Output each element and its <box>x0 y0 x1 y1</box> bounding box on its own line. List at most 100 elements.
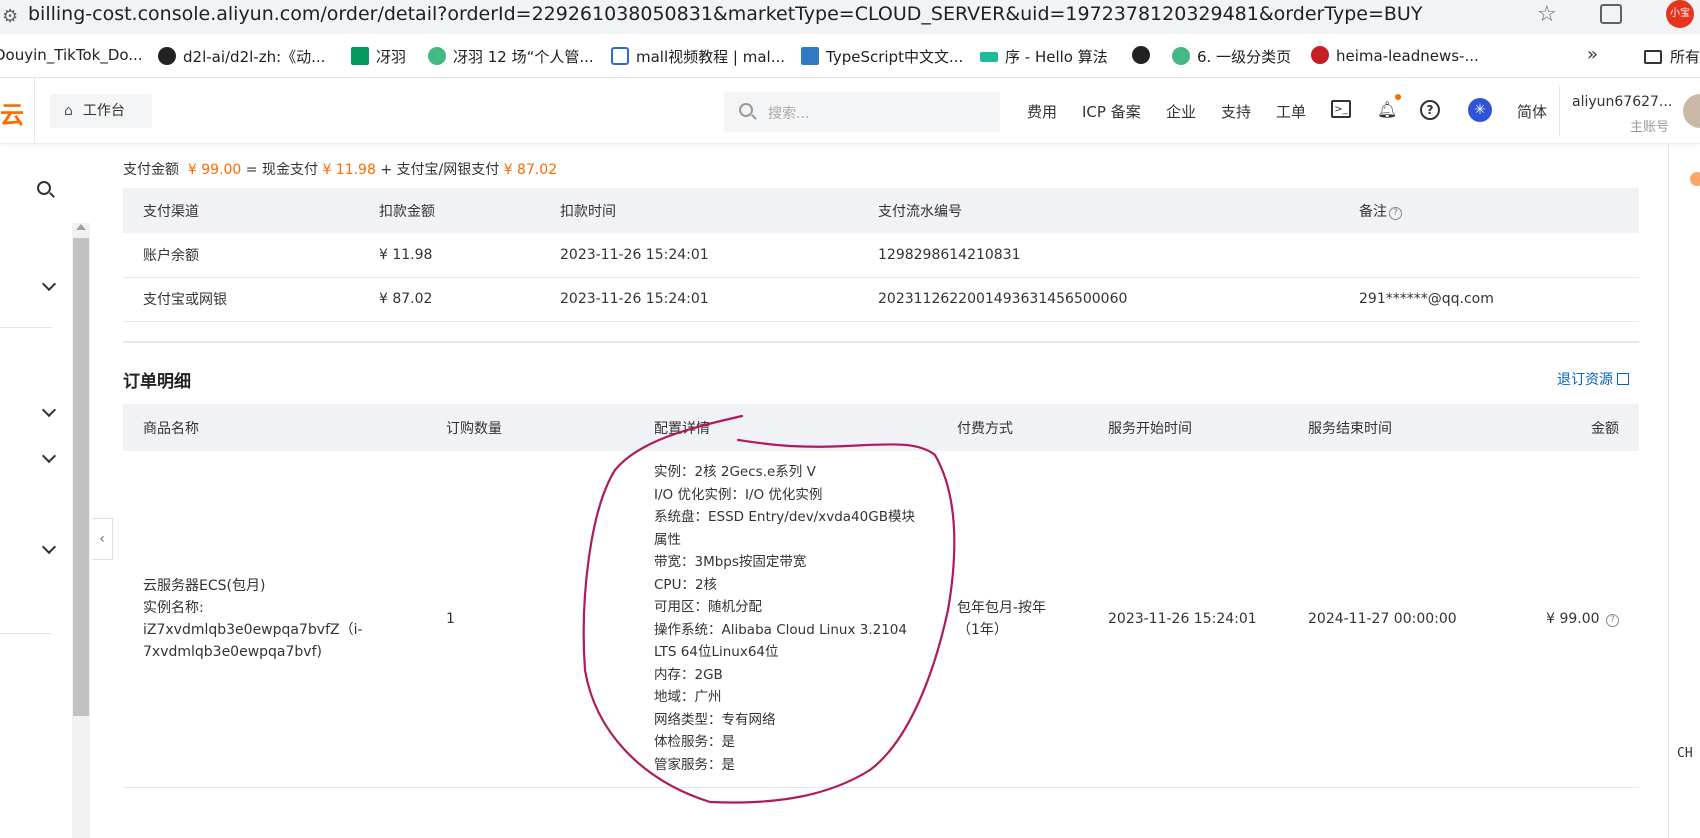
cell-amount: ¥ 99.00 ? <box>1488 451 1639 788</box>
column-header: 支付流水编号 <box>858 188 1339 233</box>
cell-time: 2023-11-26 15:24:01 <box>540 277 858 322</box>
external-link-icon <box>1617 373 1629 385</box>
aliyun-logo[interactable]: 云 <box>0 95 24 130</box>
bell-icon[interactable]: 🔔︎ <box>1377 100 1397 120</box>
github-icon <box>1132 46 1150 64</box>
table-header-row: 支付渠道 扣款金额 扣款时间 支付流水编号 备注? <box>123 188 1639 233</box>
search-placeholder: 搜索... <box>768 106 810 122</box>
leaf-icon <box>1172 47 1190 65</box>
question-icon[interactable]: ? <box>1389 206 1402 220</box>
bookmark-item[interactable]: 6. 一级分类页 <box>1172 46 1291 67</box>
search-input[interactable]: 搜索... <box>724 92 1000 132</box>
console-header: 云 ⌂ 工作台 搜索... 费用 ICP 备案 企业 支持 工单 >_ 🔔︎ ? … <box>0 78 1700 144</box>
table-row: 支付宝或网银 ¥ 87.02 2023-11-26 15:24:01 20231… <box>123 277 1639 322</box>
column-header: 金额 <box>1488 404 1639 451</box>
floating-assistant-icon[interactable] <box>1690 172 1700 186</box>
section-divider <box>123 341 1639 343</box>
annotation-stroke <box>582 414 956 804</box>
profile-avatar[interactable]: 小宝 <box>1666 0 1694 28</box>
store-icon <box>611 47 629 65</box>
address-bar[interactable]: ⚙ billing-cost.console.aliyun.com/order/… <box>0 0 1700 34</box>
chevron-down-icon[interactable] <box>41 448 57 464</box>
payment-table: 支付渠道 扣款金额 扣款时间 支付流水编号 备注? 账户余额 ¥ 11.98 2… <box>123 188 1639 322</box>
right-panel-border <box>1668 144 1669 838</box>
sidebar-divider <box>0 327 52 328</box>
ai-assistant-icon[interactable]: ✳ <box>1468 98 1492 122</box>
extensions-icon[interactable] <box>1600 4 1622 24</box>
payment-total: ¥ 99.00 <box>187 162 242 178</box>
collapse-sidebar-button[interactable]: ‹ <box>92 518 113 560</box>
language-switch[interactable]: 简体 <box>1517 101 1547 122</box>
github-icon <box>158 47 176 65</box>
cell-amount: ¥ 87.02 <box>359 277 540 322</box>
terminal-icon[interactable]: >_ <box>1331 100 1351 118</box>
notification-dot <box>1395 94 1401 100</box>
all-bookmarks-button[interactable]: 所有书签 <box>1644 46 1700 67</box>
user-name[interactable]: aliyun67627... <box>1572 94 1672 110</box>
payment-cash: ¥ 11.98 <box>322 162 376 178</box>
nav-support[interactable]: 支持 <box>1221 101 1251 122</box>
search-icon <box>739 103 753 117</box>
chevron-down-icon[interactable] <box>41 539 57 555</box>
cell-serial: 1298298614210831 <box>858 233 1339 278</box>
folder-icon <box>1644 50 1662 64</box>
cell-product: 云服务器ECS(包月) 实例名称: iZ7xvdmlqb3e0ewpqa7bvf… <box>123 451 426 788</box>
bookmark-item[interactable]: TypeScript中文文... <box>801 46 963 67</box>
nav-enterprise[interactable]: 企业 <box>1166 101 1196 122</box>
gitee-icon <box>1311 46 1329 64</box>
cell-channel: 支付宝或网银 <box>123 277 359 322</box>
sidebar-search-icon[interactable] <box>37 181 51 195</box>
ime-indicator: CH <box>1677 746 1693 761</box>
column-header: 商品名称 <box>123 404 426 451</box>
hello-algo-icon <box>980 52 998 62</box>
bookmark-star-icon[interactable]: ☆ <box>1537 2 1557 27</box>
column-header: 扣款时间 <box>540 188 858 233</box>
column-header: 备注? <box>1339 188 1639 233</box>
typescript-icon <box>801 47 819 65</box>
bookmark-item[interactable]: d2l-ai/d2l-zh:《动... <box>158 46 325 67</box>
cell-serial: 2023112622001493631456500060 <box>858 277 1339 322</box>
header-divider <box>34 78 35 144</box>
column-header: 扣款金额 <box>359 188 540 233</box>
url-text[interactable]: billing-cost.console.aliyun.com/order/de… <box>28 3 1422 25</box>
annotation-circle <box>582 414 956 804</box>
bookmark-item[interactable]: 冴羽 12 场“个人管... <box>428 46 594 67</box>
segmentfault-icon <box>351 47 369 65</box>
column-header: 服务开始时间 <box>1088 404 1288 451</box>
scrollbar-thumb[interactable] <box>73 238 89 716</box>
bookmark-item[interactable] <box>1132 46 1157 65</box>
bookmark-item[interactable]: mall视频教程 | mal... <box>611 46 785 67</box>
leaf-icon <box>428 47 446 65</box>
cell-amount: ¥ 11.98 <box>359 233 540 278</box>
workbench-button[interactable]: ⌂ 工作台 <box>50 94 152 128</box>
order-detail-title: 订单明细 <box>123 372 191 392</box>
chevron-down-icon[interactable] <box>41 276 57 292</box>
cell-start-time: 2023-11-26 15:24:01 <box>1088 451 1288 788</box>
scroll-up-arrow[interactable] <box>76 224 86 230</box>
bookmark-item[interactable]: 冴羽 <box>351 46 406 67</box>
nav-icp[interactable]: ICP 备案 <box>1082 101 1141 122</box>
question-icon[interactable]: ? <box>1606 613 1619 627</box>
site-settings-icon[interactable]: ⚙ <box>2 6 18 27</box>
chevron-left-icon: ‹ <box>99 531 105 547</box>
payment-summary: 支付金额 ¥ 99.00 = 现金支付 ¥ 11.98 + 支付宝/网银支付 ¥… <box>123 162 558 178</box>
chevron-down-icon[interactable] <box>41 402 57 418</box>
user-role: 主账号 <box>1630 120 1670 135</box>
column-header: 服务结束时间 <box>1288 404 1488 451</box>
sidebar-divider <box>0 633 52 634</box>
bookmarks-bar: Douyin_TikTok_Do... d2l-ai/d2l-zh:《动... … <box>0 34 1700 78</box>
bookmark-item[interactable]: Douyin_TikTok_Do... <box>0 46 143 64</box>
bookmark-item[interactable]: 序 - Hello 算法 <box>980 46 1108 67</box>
cell-note: 291******@qq.com <box>1339 277 1639 322</box>
payment-alipay: ¥ 87.02 <box>503 162 558 178</box>
nav-ticket[interactable]: 工单 <box>1276 101 1306 122</box>
more-bookmarks-button[interactable]: » <box>1587 44 1598 65</box>
nav-fees[interactable]: 费用 <box>1027 101 1057 122</box>
help-icon[interactable]: ? <box>1420 100 1440 120</box>
column-header: 支付渠道 <box>123 188 359 233</box>
refund-link[interactable]: 退订资源 <box>1557 369 1629 389</box>
avatar[interactable] <box>1683 94 1700 128</box>
bookmark-item[interactable]: heima-leadnews-... <box>1311 46 1479 65</box>
cell-time: 2023-11-26 15:24:01 <box>540 233 858 278</box>
cell-note <box>1339 233 1639 278</box>
